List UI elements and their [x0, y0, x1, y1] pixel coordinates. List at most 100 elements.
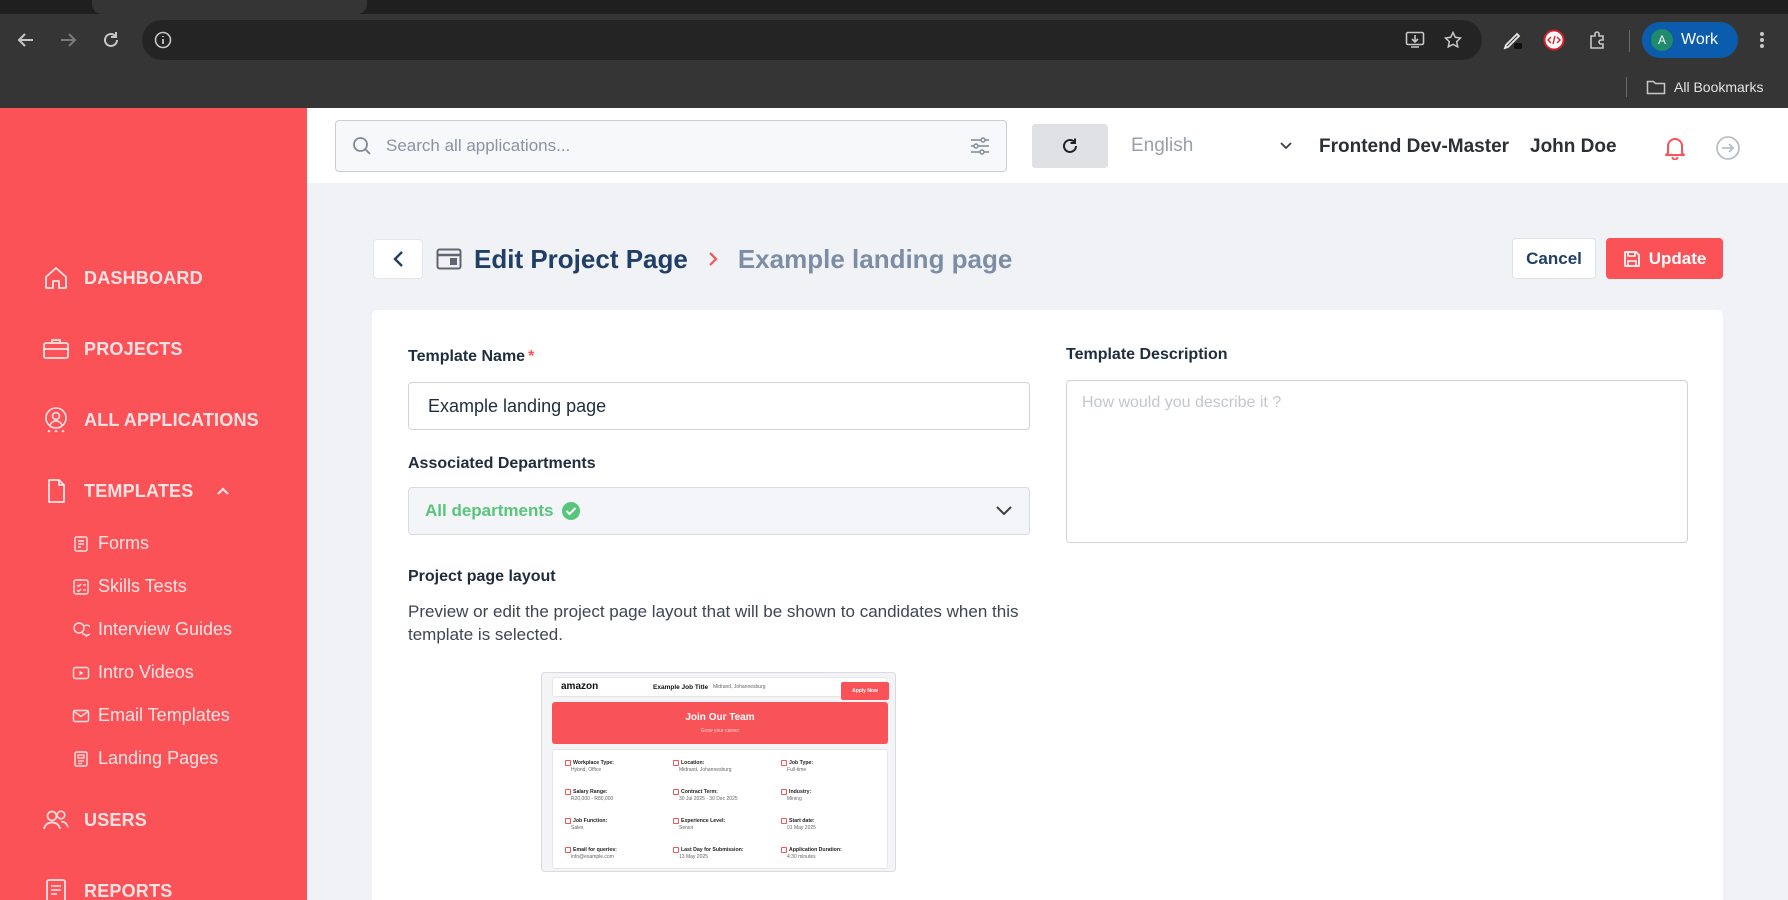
preview-field: Salary Range: R20,000 - R80,000: [565, 789, 665, 802]
toolbar-divider: [1629, 30, 1630, 52]
chevron-right-icon: [708, 251, 718, 267]
page-title: Edit Project Page: [474, 243, 688, 274]
applicant-icon: [42, 406, 70, 434]
preview-field-value: 01 May 2025: [787, 825, 816, 831]
chevron-left-icon: [392, 250, 404, 268]
sidebar-item-label: ALL APPLICATIONS: [84, 409, 259, 430]
browser-tab[interactable]: [92, 0, 367, 14]
sidebar-item-label: REPORTS: [84, 880, 173, 900]
chevron-down-icon: [995, 505, 1013, 517]
template-name-input[interactable]: Example landing page: [408, 382, 1030, 430]
address-bar[interactable]: [142, 20, 1482, 60]
document-icon: [42, 477, 70, 505]
preview-field: Workplace Type: Hybrid, Office: [565, 760, 665, 773]
bookmarks-bar: All Bookmarks: [0, 66, 1788, 108]
layout-label: Project page layout: [408, 568, 556, 585]
sidebar-item-users[interactable]: USERS: [42, 806, 147, 834]
preview-field: Contract Term: 30 Jul 2025 - 30 Dec 2025: [673, 789, 773, 802]
chevron-down-icon: [1279, 141, 1293, 151]
preview-field-key: Contract Term:: [673, 789, 773, 795]
install-app-icon[interactable]: [1404, 29, 1426, 51]
sidebar-item-projects[interactable]: PROJECTS: [42, 335, 183, 363]
language-select[interactable]: English: [1131, 124, 1301, 168]
sidebar-subitem-forms[interactable]: Forms: [72, 533, 149, 554]
current-project[interactable]: Frontend Dev-Master: [1319, 136, 1509, 158]
preview-hero-subtitle: Grow your career: [700, 728, 740, 734]
search-placeholder: Search all applications...: [386, 136, 571, 155]
preview-topbar: amazon Example Job Title Midrand, Johann…: [552, 677, 889, 700]
template-name-label: Template Name *: [408, 348, 534, 366]
sidebar-item-dashboard[interactable]: DASHBOARD: [42, 264, 203, 292]
sidebar-subitem-email-templates[interactable]: Email Templates: [72, 705, 230, 726]
preview-field-key: Salary Range:: [565, 789, 665, 795]
current-user[interactable]: John Doe: [1530, 136, 1617, 158]
notification-bell-icon[interactable]: [1664, 136, 1686, 160]
folder-icon: [1646, 79, 1666, 95]
filter-sliders-icon[interactable]: [970, 137, 990, 155]
preview-field-value: Sales: [571, 825, 584, 831]
site-info-icon[interactable]: [152, 29, 174, 51]
sidebar-item-reports[interactable]: REPORTS: [42, 877, 172, 900]
mail-icon: [72, 707, 90, 725]
preview-hero-title: Join Our Team: [685, 712, 755, 723]
form-icon: [72, 535, 90, 553]
preview-location: Midrand, Johannesburg: [713, 684, 766, 690]
home-icon: [42, 264, 70, 292]
check-circle-icon: [561, 501, 581, 521]
sidebar-item-label: PROJECTS: [84, 338, 183, 359]
preview-field-value: 13 May 2025: [679, 854, 708, 860]
search-input[interactable]: Search all applications...: [335, 120, 1007, 172]
preview-field: Email for queries: info@example.com: [565, 847, 665, 860]
browser-menu-icon[interactable]: [1752, 27, 1772, 53]
departments-select[interactable]: All departments: [408, 487, 1030, 535]
all-bookmarks-button[interactable]: All Bookmarks: [1646, 74, 1763, 100]
cancel-button[interactable]: Cancel: [1512, 238, 1596, 279]
layout-preview-thumbnail[interactable]: amazon Example Job Title Midrand, Johann…: [541, 672, 896, 872]
preview-field-value: 30 Jul 2025 - 30 Dec 2025: [679, 796, 738, 802]
preview-field-value: Senior: [679, 825, 694, 831]
bookmarks-divider: [1626, 77, 1627, 97]
back-button[interactable]: [373, 239, 423, 279]
preview-field: Start date: 01 May 2025: [781, 818, 881, 831]
preview-field: Location: Midrand, Johannesburg: [673, 760, 773, 773]
app-header: Search all applications... English Front…: [307, 108, 1788, 183]
chevron-up-icon[interactable]: [215, 483, 231, 499]
extension-pen-icon[interactable]: [1500, 27, 1526, 53]
sidebar-subitem-label: Email Templates: [98, 705, 230, 725]
back-arrow-icon[interactable]: [14, 28, 38, 52]
extensions-puzzle-icon[interactable]: [1585, 27, 1611, 53]
sidebar-subitem-label: Landing Pages: [98, 748, 219, 768]
extension-code-icon[interactable]: [1541, 27, 1567, 53]
preview-field-key: Industry:: [781, 789, 881, 795]
profile-avatar: A: [1651, 29, 1673, 51]
preview-field-value: Midrand, Johannesburg: [679, 767, 732, 773]
sidebar-subitem-interview-guides[interactable]: Interview Guides: [72, 619, 232, 640]
template-name-label-text: Template Name: [408, 348, 526, 365]
report-icon: [42, 877, 70, 900]
description-textarea[interactable]: How would you describe it ?: [1066, 380, 1688, 543]
sidebar-subitem-intro-videos[interactable]: Intro Videos: [72, 662, 194, 683]
preview-field: Experience Level: Senior: [673, 818, 773, 831]
preview-field: Industry: Mining: [781, 789, 881, 802]
forward-arrow-icon[interactable]: [56, 28, 80, 52]
reload-icon[interactable]: [99, 28, 123, 52]
preview-details: Workplace Type: Hybrid, Office Location: M…: [552, 749, 888, 869]
preview-field-value: R20,000 - R80,000: [571, 796, 614, 802]
sidebar-subitem-landing-pages[interactable]: Landing Pages: [72, 748, 218, 769]
preview-field-value: Full-time: [787, 767, 807, 773]
refresh-button[interactable]: [1032, 124, 1108, 168]
sidebar-item-all-applications[interactable]: ALL APPLICATIONS: [42, 406, 259, 434]
departments-label: Associated Departments: [408, 455, 596, 472]
sidebar-subitem-label: Forms: [98, 533, 149, 553]
chat-icon: [72, 621, 90, 639]
logout-icon[interactable]: [1715, 135, 1741, 161]
update-button[interactable]: Update: [1606, 238, 1723, 279]
language-value: English: [1131, 135, 1194, 156]
sidebar-item-templates[interactable]: TEMPLATES: [42, 477, 231, 505]
preview-field-value: 4:30 minutes: [787, 854, 816, 860]
sidebar-subitem-skills-tests[interactable]: Skills Tests: [72, 576, 187, 597]
bookmark-star-icon[interactable]: [1442, 29, 1464, 51]
profile-chip[interactable]: A Work: [1642, 22, 1738, 58]
refresh-icon: [1061, 137, 1079, 155]
preview-apply-button: Apply Now: [841, 682, 889, 700]
